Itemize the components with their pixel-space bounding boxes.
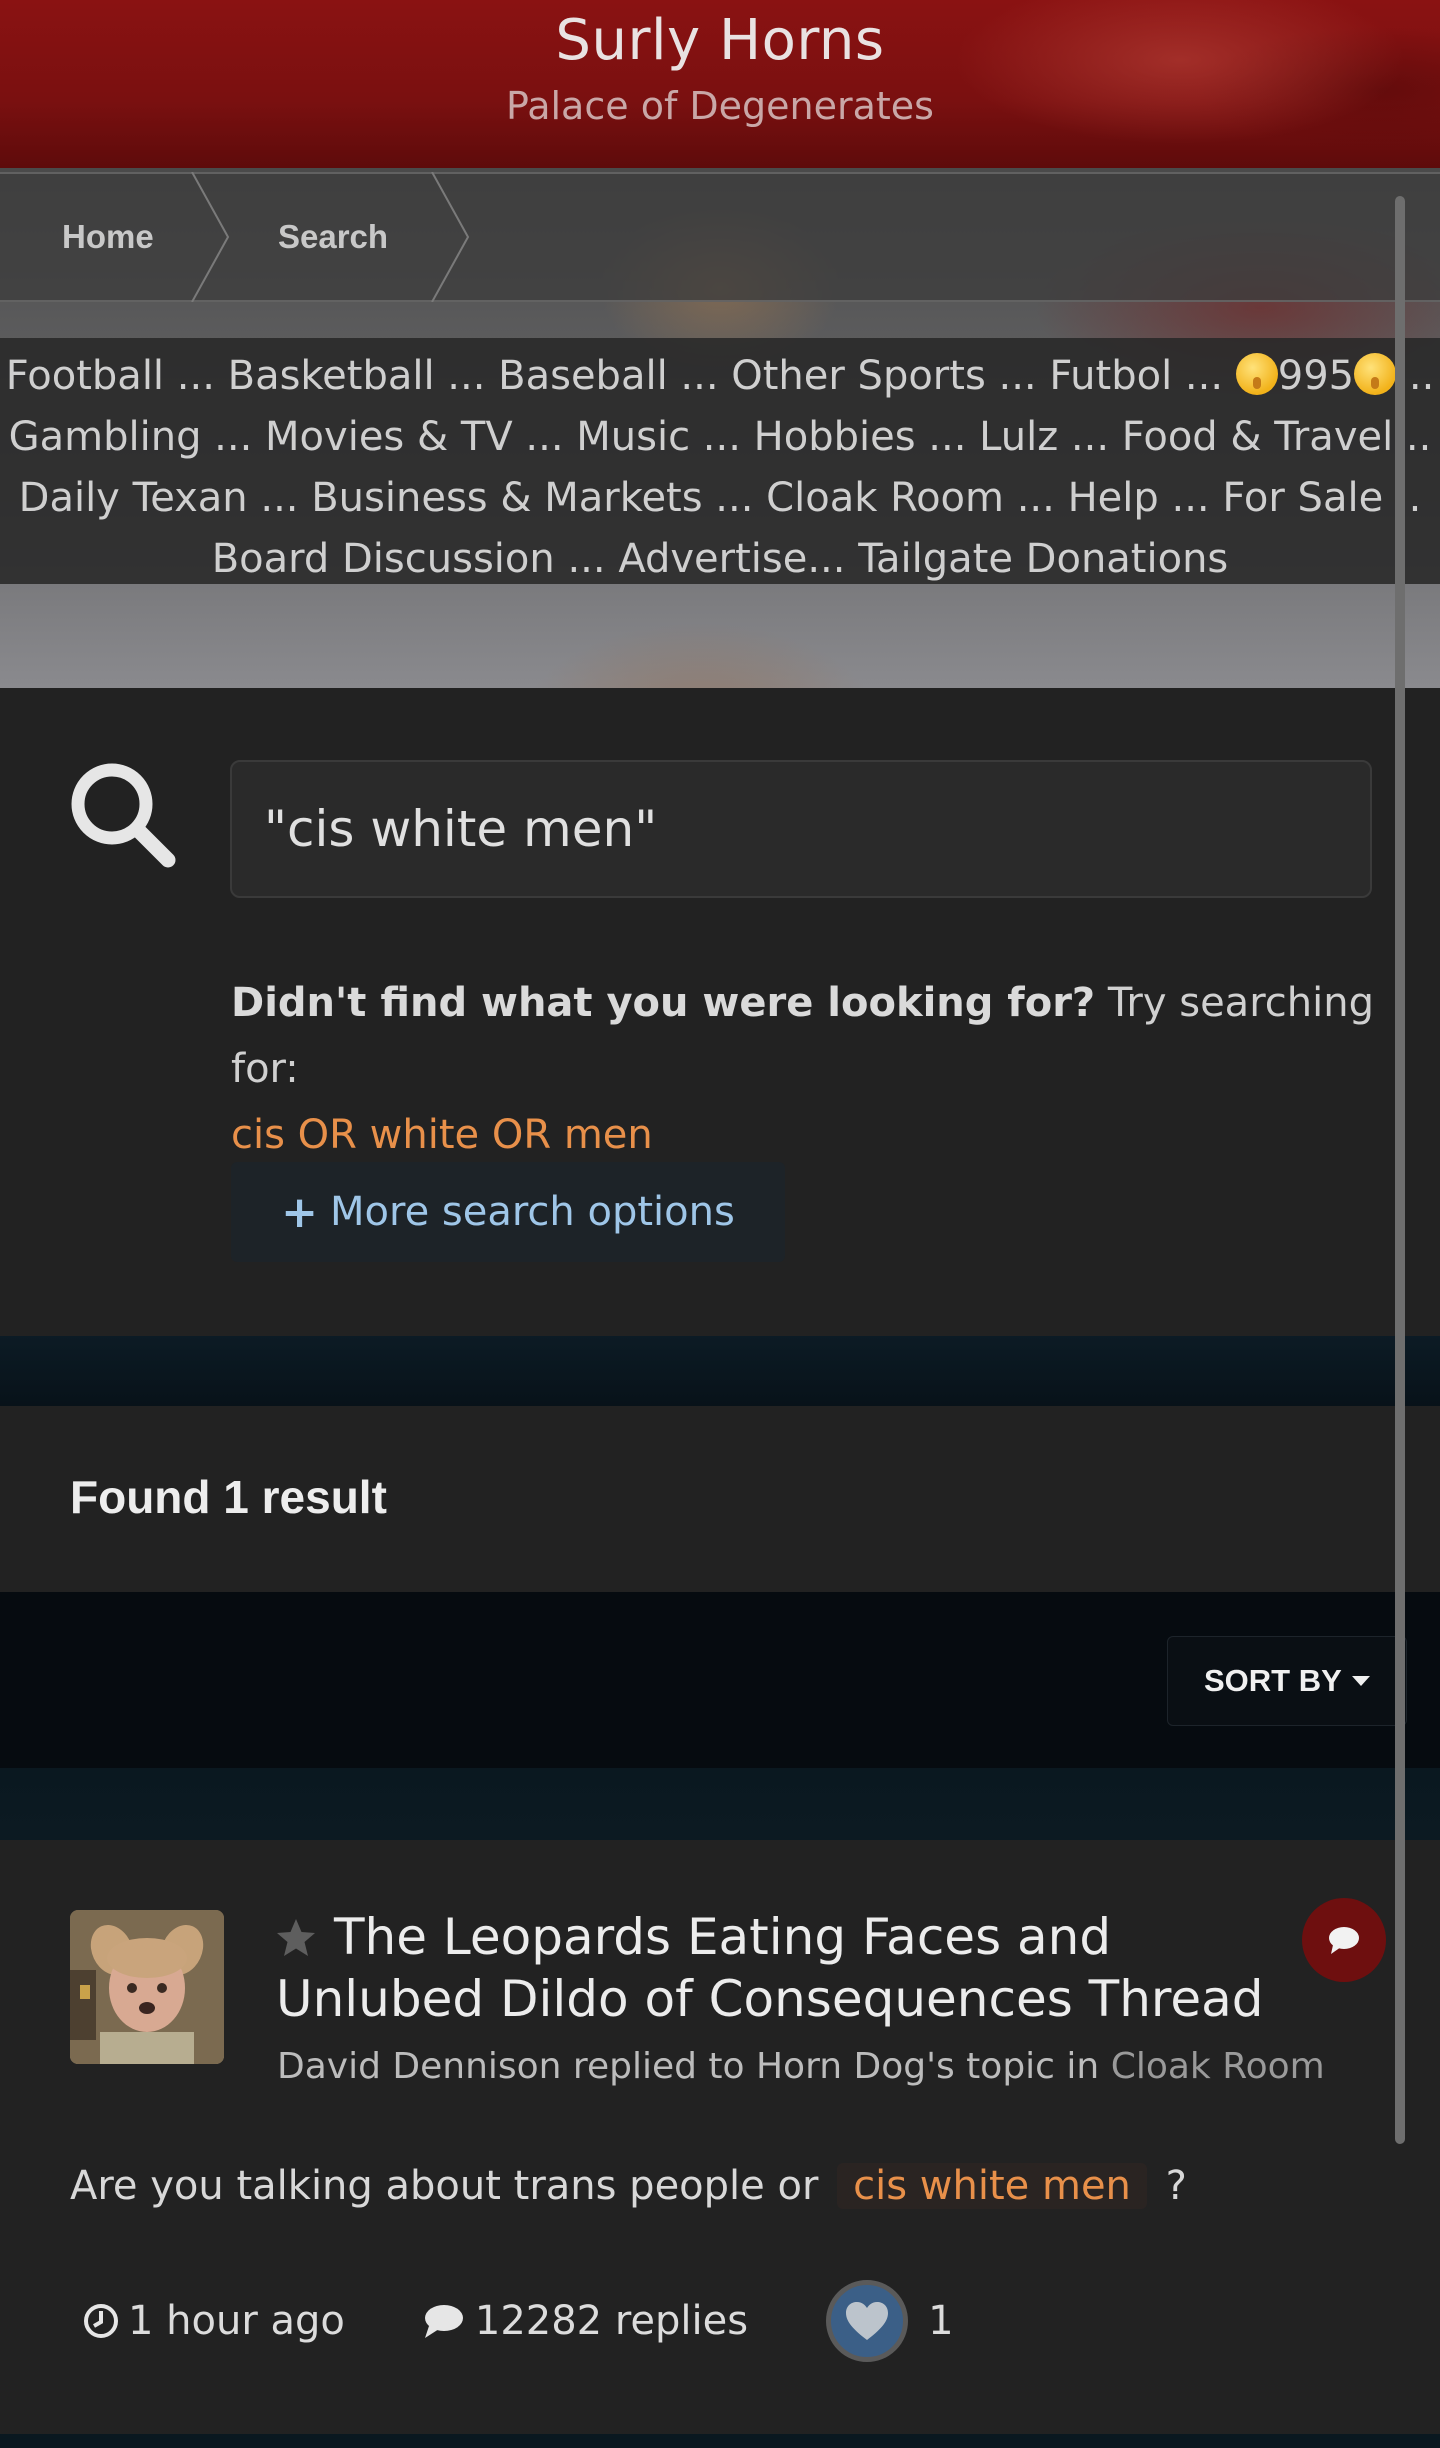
nav-link-movies-tv[interactable]: Movies & TV bbox=[265, 414, 513, 460]
snippet-before: Are you talking about trans people or bbox=[70, 2163, 819, 2209]
sort-by-button[interactable]: SORT BY bbox=[1167, 1636, 1407, 1726]
site-header: Surly Horns Palace of Degenerates bbox=[0, 0, 1440, 168]
speech-bubble-icon bbox=[424, 2305, 463, 2338]
plus-icon: + bbox=[281, 1186, 319, 1238]
avatar-image bbox=[70, 1910, 224, 2064]
chevron-right-icon bbox=[191, 172, 230, 302]
nav-link-gambling[interactable]: Gambling bbox=[9, 414, 202, 460]
section-divider bbox=[0, 1336, 1440, 1406]
result-stats: 1 hour ago 12282 replies 1 bbox=[82, 2278, 954, 2364]
scrollbar[interactable] bbox=[1395, 196, 1405, 2144]
section-divider bbox=[0, 2434, 1440, 2448]
heart-icon bbox=[846, 2302, 889, 2340]
breadcrumb: Home Search bbox=[0, 172, 1440, 302]
snippet-after: ? bbox=[1165, 2163, 1187, 2209]
topic-type-badge bbox=[1302, 1898, 1386, 1982]
nav-line-2: Gambling ... Movies & TV ... Music ... H… bbox=[8, 414, 1432, 460]
nav-link-995-label: 995 bbox=[1277, 353, 1355, 399]
reply-count-label: 12282 replies bbox=[474, 2298, 749, 2344]
forum-nav: Football ... Basketball ... Baseball ...… bbox=[0, 338, 1440, 584]
search-input[interactable] bbox=[230, 760, 1372, 898]
nav-link-board-discussion[interactable]: Board Discussion bbox=[212, 536, 555, 582]
nav-link-tailgate-donations[interactable]: Tailgate Donations bbox=[858, 536, 1228, 582]
results-count: Found 1 result bbox=[70, 1471, 387, 1523]
sort-by-label: SORT BY bbox=[1204, 1663, 1342, 1698]
nav-link-for-sale[interactable]: For Sale bbox=[1222, 475, 1383, 521]
more-search-options-button[interactable]: + More search options bbox=[231, 1162, 785, 1262]
search-suggestion: Didn't find what you were looking for? T… bbox=[231, 970, 1381, 1168]
nav-link-lulz[interactable]: Lulz bbox=[979, 414, 1058, 460]
nav-line-3: Daily Texan ... Business & Markets ... C… bbox=[18, 475, 1422, 521]
avatar[interactable] bbox=[70, 1910, 224, 2064]
section-divider bbox=[0, 1768, 1440, 1840]
post-time-label: 1 hour ago bbox=[128, 2298, 345, 2344]
nav-link-cloak-room[interactable]: Cloak Room bbox=[766, 475, 1004, 521]
nav-line-4: Board Discussion ... Advertise... Tailga… bbox=[211, 536, 1229, 582]
result-meta-text: David Dennison replied to Horn Dog's top… bbox=[277, 2046, 1100, 2087]
breadcrumb-home[interactable]: Home bbox=[0, 172, 230, 302]
suggest-prefix: Didn't find what you were looking for? bbox=[231, 980, 1096, 1026]
nav-link-basketball[interactable]: Basketball bbox=[228, 353, 435, 399]
result-snippet: Are you talking about trans people or ci… bbox=[70, 2163, 1370, 2209]
site-title[interactable]: Surly Horns bbox=[0, 8, 1440, 73]
nav-link-futbol[interactable]: Futbol bbox=[1049, 353, 1172, 399]
nav-link-food-travel[interactable]: Food & Travel bbox=[1122, 414, 1393, 460]
result-title-link[interactable]: The Leopards Eating Faces and Unlubed Di… bbox=[276, 1906, 1316, 2030]
nav-line-1: Football ... Basketball ... Baseball ...… bbox=[5, 353, 1435, 399]
breadcrumb-home-label: Home bbox=[62, 218, 154, 255]
reply-count: 12282 replies bbox=[421, 2298, 748, 2344]
breadcrumb-search-label: Search bbox=[278, 218, 389, 255]
nav-link-baseball[interactable]: Baseball bbox=[498, 353, 668, 399]
site-tagline: Palace of Degenerates bbox=[506, 84, 934, 128]
nav-link-football[interactable]: Football bbox=[6, 353, 164, 399]
snippet-highlight: cis white men bbox=[837, 2163, 1147, 2209]
clock-icon bbox=[84, 2304, 118, 2338]
like-button[interactable] bbox=[826, 2280, 909, 2362]
nav-link-music[interactable]: Music bbox=[576, 414, 690, 460]
like-count: 1 bbox=[928, 2298, 954, 2344]
breadcrumb-search[interactable]: Search bbox=[230, 172, 470, 302]
nav-link-business-markets[interactable]: Business & Markets bbox=[311, 475, 702, 521]
forum-link[interactable]: Cloak Room bbox=[1111, 2046, 1325, 2087]
caret-down-icon bbox=[1351, 1676, 1370, 1686]
suggest-query-link[interactable]: cis OR white OR men bbox=[231, 1112, 653, 1158]
nav-link-other-sports[interactable]: Other Sports bbox=[731, 353, 986, 399]
result-meta: David Dennison replied to Horn Dog's top… bbox=[277, 2046, 1325, 2087]
nav-link-help[interactable]: Help bbox=[1068, 475, 1159, 521]
nav-link-daily-texan[interactable]: Daily Texan bbox=[19, 475, 248, 521]
post-time: 1 hour ago bbox=[82, 2298, 345, 2344]
speech-bubble-icon bbox=[1329, 1927, 1359, 1954]
shushing-face-icon bbox=[1354, 353, 1397, 395]
search-icon bbox=[71, 763, 176, 868]
more-search-options-label: More search options bbox=[330, 1189, 735, 1235]
nav-link-995[interactable]: 995 bbox=[1235, 353, 1397, 399]
chevron-right-icon bbox=[431, 172, 470, 302]
nav-link-hobbies[interactable]: Hobbies bbox=[754, 414, 916, 460]
nav-link-advertise[interactable]: Advertise bbox=[618, 536, 807, 582]
shushing-face-icon bbox=[1235, 353, 1278, 395]
